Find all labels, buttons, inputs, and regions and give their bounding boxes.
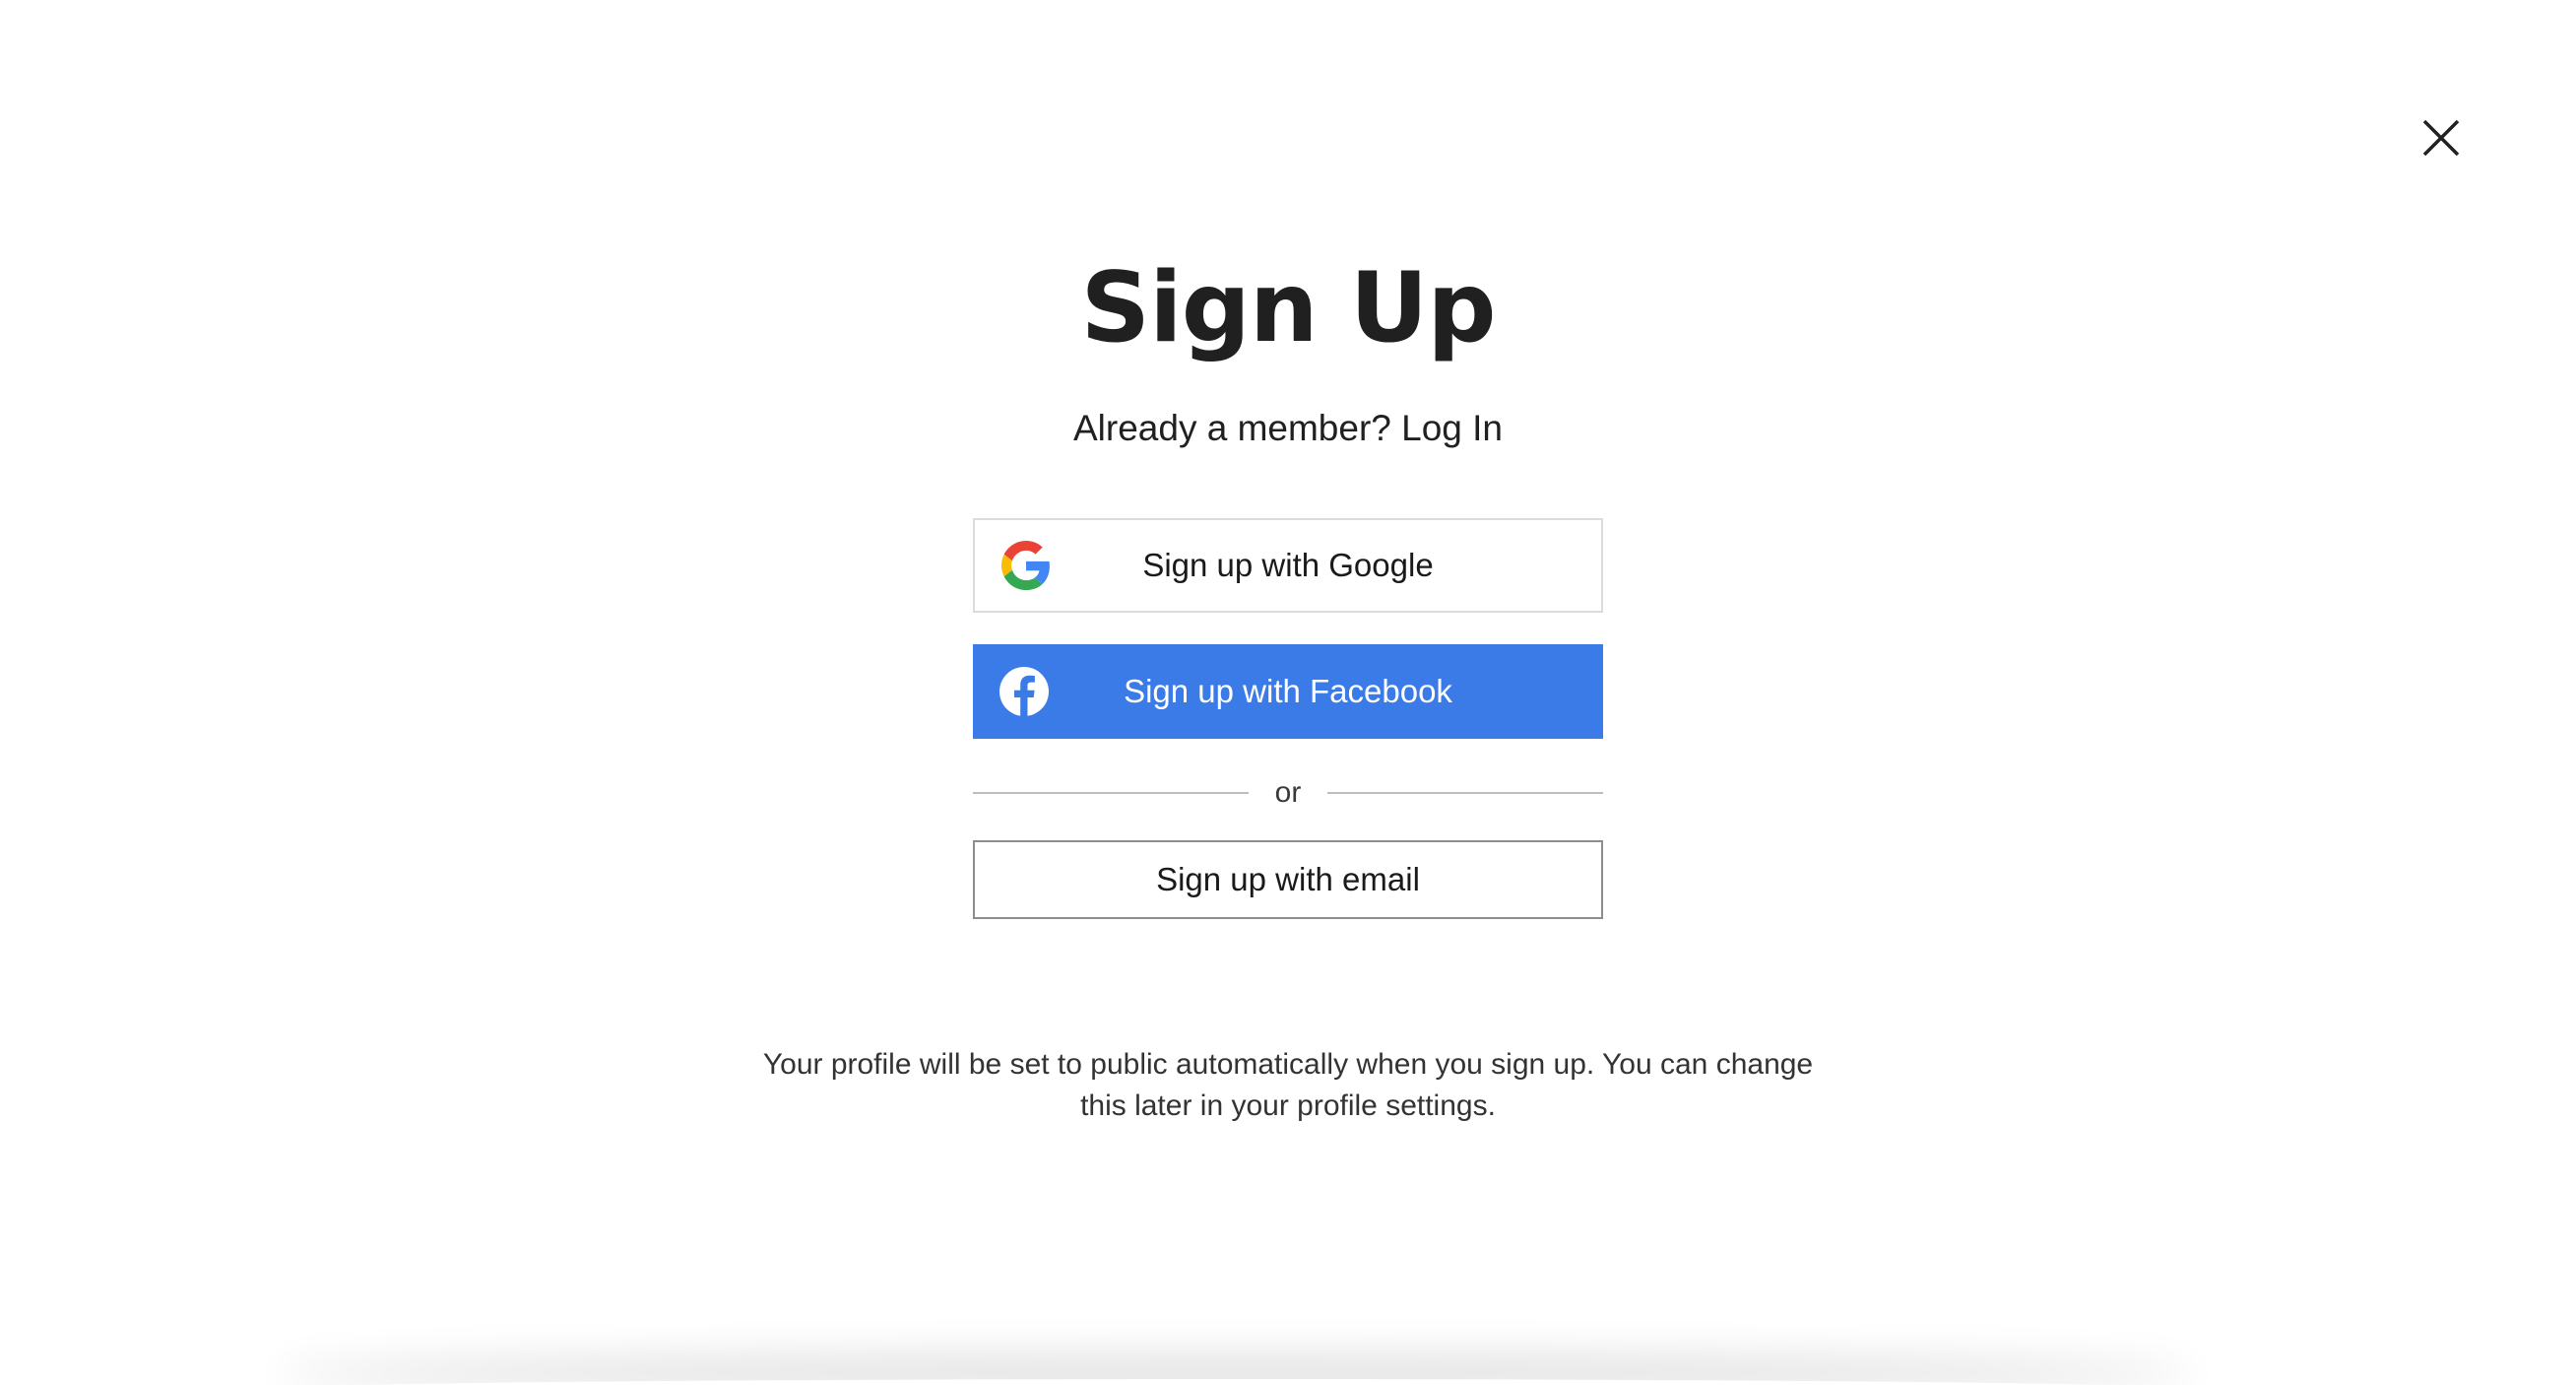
email-signup-label: Sign up with email [1156,861,1420,897]
bottom-shadow [286,1379,2186,1385]
google-icon [1001,541,1051,590]
google-signup-button[interactable]: Sign up with Google [973,518,1603,613]
login-prompt-text: Already a member? [1072,408,1391,448]
login-prompt: Already a member? Log In [0,401,2576,456]
privacy-note-line-1: Your profile will be set to public autom… [762,1048,1814,1081]
or-divider: or [973,771,1603,815]
facebook-signup-button[interactable]: Sign up with Facebook [973,644,1603,739]
signup-page: Sign Up Already a member? Log In Sign up… [0,0,2576,1385]
close-icon [2422,119,2460,157]
divider-line-right [1327,792,1603,794]
privacy-note-line-2: this later in your profile settings. [1080,1089,1496,1122]
facebook-signup-label: Sign up with Facebook [1124,673,1452,709]
page-title: Sign Up [1080,252,1497,364]
email-signup-button[interactable]: Sign up with email [973,840,1603,919]
google-signup-label: Sign up with Google [1142,547,1434,583]
divider-text: or [1274,776,1302,809]
divider-line-left [973,792,1249,794]
facebook-icon [999,667,1049,716]
close-button[interactable] [2419,116,2463,160]
login-link[interactable]: Log In [1401,408,1503,448]
privacy-note: Your profile will be set to public autom… [0,1044,2576,1127]
